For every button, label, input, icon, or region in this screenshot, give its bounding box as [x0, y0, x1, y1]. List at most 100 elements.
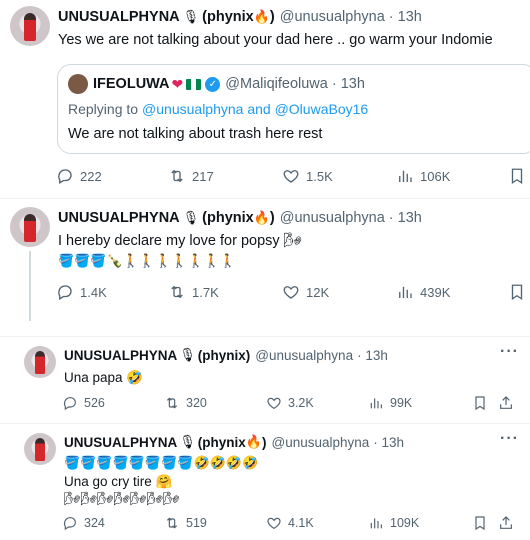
tweet-emoji-line: 🪣🪣🪣🪣🪣🪣🪣🪣🤣🤣🤣🤣: [64, 456, 259, 471]
views-count: 439K: [420, 284, 451, 300]
divider: [0, 423, 530, 424]
heart-icon: [266, 395, 282, 411]
author-handle[interactable]: @unusualphyna: [271, 435, 369, 450]
author-name[interactable]: UNUSUALPHYNA: [64, 435, 177, 450]
views-count: 106K: [420, 168, 451, 184]
views-button[interactable]: 99K: [368, 395, 412, 411]
bookmark-icon: [508, 283, 526, 301]
avatar[interactable]: [24, 346, 56, 378]
divider: [0, 336, 530, 337]
author-name-suffix[interactable]: (phynix: [202, 9, 254, 25]
avatar[interactable]: [10, 207, 50, 247]
tweet-time[interactable]: · 13h: [389, 9, 422, 25]
like-button[interactable]: 12K: [282, 283, 329, 301]
repost-count: 1.7K: [192, 284, 219, 300]
verified-badge-icon: ✓: [205, 76, 221, 92]
author-name[interactable]: UNUSUALPHYNA: [64, 348, 177, 363]
reply-button[interactable]: 222: [56, 167, 102, 185]
views-icon: [396, 167, 414, 185]
reply-icon: [56, 167, 74, 185]
avatar[interactable]: [10, 6, 50, 46]
reply-button[interactable]: 526: [62, 395, 105, 411]
tweet-actions: 324 519 4.1K 109K: [62, 515, 522, 533]
share-button[interactable]: [498, 515, 514, 531]
repost-button[interactable]: 519: [164, 515, 207, 531]
like-button[interactable]: 1.5K: [282, 167, 333, 185]
bookmark-button[interactable]: [508, 283, 526, 301]
tweet-time[interactable]: · 13h: [357, 348, 388, 363]
bookmark-icon: [508, 167, 526, 185]
tweet-time[interactable]: · 13h: [373, 435, 404, 450]
repost-count: 519: [186, 516, 207, 530]
author-handle[interactable]: @unusualphyna: [255, 348, 353, 363]
author-name[interactable]: UNUSUALPHYNA: [58, 210, 180, 226]
like-count: 1.5K: [306, 168, 333, 184]
author-name-end: ): [261, 435, 267, 450]
tweet-emoji-line: 🪣🪣🪣🍾🚶🚶🚶🚶🚶🚶🚶: [58, 254, 237, 269]
tweet-actions: 526 320 3.2K 99K: [62, 395, 522, 413]
views-count: 109K: [390, 516, 420, 530]
avatar[interactable]: [24, 433, 56, 465]
bookmark-icon: [472, 515, 488, 531]
like-count: 4.1K: [288, 516, 314, 530]
views-icon: [368, 395, 384, 411]
share-button[interactable]: [498, 395, 514, 411]
views-icon: [396, 283, 414, 301]
bookmark-button[interactable]: [508, 167, 526, 185]
heart-icon: [282, 167, 300, 185]
reply-button[interactable]: 1.4K: [56, 283, 107, 301]
repost-icon: [168, 167, 186, 185]
quote-author-handle: @Maliqifeoluwa: [225, 76, 328, 92]
views-button[interactable]: 439K: [396, 283, 450, 301]
repost-icon: [164, 395, 180, 411]
more-icon[interactable]: ···: [500, 343, 519, 361]
replying-to-link[interactable]: @unusualphyna and @OluwaBoy16: [142, 101, 368, 117]
author-name[interactable]: UNUSUALPHYNA: [58, 9, 180, 25]
author-name-end: ): [269, 9, 275, 25]
bookmark-button[interactable]: [472, 395, 488, 411]
author-name-suffix[interactable]: (phynix: [198, 435, 246, 450]
fire-icon: 🔥: [245, 435, 262, 450]
author-name-suffix[interactable]: (phynix: [198, 348, 246, 363]
views-button[interactable]: 109K: [368, 515, 419, 531]
author-name-end: ): [245, 348, 251, 363]
reply-count: 324: [84, 516, 105, 530]
views-count: 99K: [390, 396, 413, 410]
author-handle[interactable]: @unusualphyna: [280, 9, 385, 25]
more-icon[interactable]: ···: [500, 430, 519, 448]
reply-button[interactable]: 324: [62, 515, 105, 531]
tweet-actions: 1.4K 1.7K 12K 439K: [56, 283, 526, 303]
views-button[interactable]: 106K: [396, 167, 450, 185]
quoted-tweet[interactable]: IFEOLUWA ❤ ✓ @Maliqifeoluwa · 13h Replyi…: [57, 64, 530, 154]
bookmark-icon: [472, 395, 488, 411]
repost-button[interactable]: 1.7K: [168, 283, 219, 301]
tweet-text: Una papa 🤣: [64, 370, 144, 385]
repost-icon: [164, 515, 180, 531]
reply-count: 222: [80, 168, 102, 184]
author-handle[interactable]: @unusualphyna: [280, 210, 385, 226]
repost-count: 320: [186, 396, 207, 410]
replying-to-prefix: Replying to: [68, 101, 139, 117]
tweet-time[interactable]: · 13h: [389, 210, 422, 226]
microphone-icon: 🎙: [182, 210, 200, 226]
reply-count: 1.4K: [80, 284, 107, 300]
bookmark-button[interactable]: [472, 515, 488, 531]
author-name-suffix[interactable]: (phynix: [202, 210, 254, 226]
reply-icon: [56, 283, 74, 301]
share-icon: [498, 515, 514, 531]
nigeria-flag-icon: [186, 78, 202, 90]
tweet-text: Una go cry tire 🤗: [64, 474, 173, 489]
tweet-text: I hereby declare my love for popsy 🌬: [58, 233, 303, 249]
quote-text: We are not talking about trash here rest: [68, 126, 323, 142]
microphone-icon: 🎙: [182, 9, 200, 25]
quote-time: · 13h: [331, 76, 365, 92]
like-button[interactable]: 3.2K: [266, 395, 314, 411]
quote-avatar: [68, 74, 88, 94]
thread-line: [29, 251, 31, 321]
repost-button[interactable]: 217: [168, 167, 214, 185]
tweet-text: Yes we are not talking about your dad he…: [58, 32, 493, 48]
like-button[interactable]: 4.1K: [266, 515, 314, 531]
quote-author-name: IFEOLUWA: [93, 76, 170, 92]
repost-button[interactable]: 320: [164, 395, 207, 411]
author-name-end: ): [269, 210, 275, 226]
